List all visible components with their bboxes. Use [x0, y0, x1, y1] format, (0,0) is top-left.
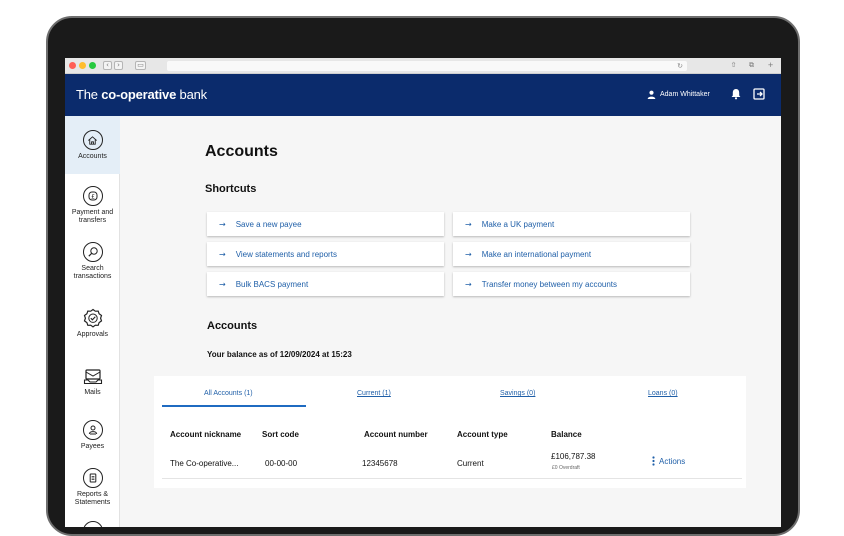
cell-overdraft: £0 Overdraft [552, 465, 580, 471]
mail-icon [83, 366, 103, 386]
maximize-dot[interactable] [89, 62, 96, 69]
person-icon [82, 420, 103, 440]
document-icon [82, 468, 103, 488]
sidebar-item-payees[interactable]: Payees [65, 420, 120, 451]
user-name: Adam Whittaker [660, 91, 710, 98]
col-account-nickname: Account nickname [170, 430, 242, 439]
reload-icon[interactable]: ↻ [677, 61, 683, 71]
sidebar-item-label: Search transactions [73, 265, 112, 280]
arrow-right-icon: → [465, 219, 472, 229]
cell-sort-code: 00-00-00 [265, 459, 298, 468]
shortcut-label: View statements and reports [235, 249, 337, 259]
shortcut-label: Make a UK payment [481, 219, 555, 229]
sidebar-item-mails[interactable]: Mails [65, 366, 120, 397]
app-header: The co-operative bank Adam Whittaker [65, 74, 781, 116]
new-tab-icon[interactable]: + [765, 61, 776, 70]
balance-timestamp: Your balance as of 12/09/2024 at 15:23 [207, 350, 352, 359]
shortcut-international-payment[interactable]: → Make an international payment [453, 242, 690, 266]
minimize-dot[interactable] [79, 62, 86, 69]
svg-text:£: £ [91, 194, 95, 201]
actions-label: Actions [659, 456, 686, 466]
cell-balance: £106,787.38 [551, 452, 596, 461]
shortcut-label: Bulk BACS payment [235, 279, 309, 289]
accounts-panel: All Accounts (1) Current (1) Savings (0)… [154, 376, 746, 488]
window-controls [69, 62, 96, 69]
sidebar: Accounts £ Payment and transfers Search … [65, 116, 120, 527]
sidebar-item-label: Accounts [78, 153, 107, 160]
sidebar-item-label: Payees [80, 443, 105, 450]
screen: ‹ › ▭ ↻ ⇧ ⧉ + The co-operative bank Adam… [65, 58, 781, 527]
shortcut-uk-payment[interactable]: → Make a UK payment [453, 212, 690, 236]
shortcut-label: Save a new payee [235, 219, 302, 229]
sidebar-item-label: Approvals [76, 331, 109, 338]
sidebar-item-label: Payment and transfers [71, 209, 114, 224]
page-title: Accounts [205, 143, 278, 160]
tab-loans[interactable]: Loans (0) [648, 390, 678, 397]
logout-icon[interactable] [752, 87, 766, 101]
sidebar-item-label: Reports & Statements [74, 491, 111, 506]
arrow-right-icon: → [465, 279, 472, 289]
address-bar[interactable]: ↻ [167, 61, 687, 71]
sidebar-item-search[interactable]: Search transactions [65, 242, 120, 281]
cell-nickname[interactable]: The Co-operative... [170, 459, 238, 468]
row-divider [162, 478, 742, 479]
user-menu[interactable]: Adam Whittaker [647, 90, 710, 99]
circle-icon [82, 521, 103, 527]
active-tab-indicator [162, 405, 306, 407]
shortcuts-heading: Shortcuts [205, 183, 257, 195]
cell-account-type: Current [457, 459, 484, 468]
share-icon[interactable]: ⇧ [728, 61, 739, 70]
sidebar-item-more[interactable] [65, 521, 120, 527]
sidebar-item-approvals[interactable]: Approvals [65, 308, 120, 339]
sidebar-item-reports[interactable]: Reports & Statements [65, 468, 120, 507]
shortcut-statements[interactable]: → View statements and reports [207, 242, 444, 266]
user-icon [647, 90, 656, 99]
arrow-right-icon: → [219, 279, 226, 289]
shortcut-bulk-bacs[interactable]: → Bulk BACS payment [207, 272, 444, 296]
tab-all-accounts[interactable]: All Accounts (1) [204, 390, 253, 397]
search-icon [82, 242, 103, 262]
sidebar-toggle-icon[interactable]: ▭ [135, 61, 146, 70]
arrow-right-icon: → [219, 219, 226, 229]
col-account-type: Account type [457, 430, 508, 439]
tab-current[interactable]: Current (1) [357, 390, 391, 397]
bell-icon[interactable] [729, 87, 743, 101]
home-icon [82, 130, 103, 150]
forward-icon[interactable]: › [114, 61, 123, 70]
sidebar-item-accounts[interactable]: Accounts [65, 116, 120, 174]
sidebar-item-label: Mails [84, 389, 101, 396]
kebab-icon [652, 456, 655, 466]
tab-savings[interactable]: Savings (0) [500, 390, 535, 397]
tabs-icon[interactable]: ⧉ [746, 61, 757, 70]
accounts-heading: Accounts [207, 320, 258, 332]
brand-suffix: bank [176, 87, 208, 102]
shortcut-transfer[interactable]: → Transfer money between my accounts [453, 272, 690, 296]
actions-menu[interactable]: Actions [652, 456, 685, 466]
sidebar-item-payments[interactable]: £ Payment and transfers [65, 186, 120, 225]
pound-coin-icon: £ [82, 186, 103, 206]
col-account-number: Account number [364, 430, 428, 439]
browser-toolbar: ‹ › ▭ ↻ ⇧ ⧉ + [65, 58, 781, 74]
cell-account-number: 12345678 [362, 459, 398, 468]
col-balance: Balance [551, 430, 582, 439]
close-dot[interactable] [69, 62, 76, 69]
col-sort-code: Sort code [262, 430, 299, 439]
shortcut-label: Transfer money between my accounts [481, 279, 618, 289]
brand-logo[interactable]: The co-operative bank [76, 87, 207, 102]
arrow-right-icon: → [465, 249, 472, 259]
check-badge-icon [83, 308, 103, 328]
arrow-right-icon: → [219, 249, 226, 259]
back-icon[interactable]: ‹ [103, 61, 112, 70]
brand-name: co-operative [101, 87, 177, 102]
shortcut-save-payee[interactable]: → Save a new payee [207, 212, 444, 236]
shortcut-label: Make an international payment [481, 249, 592, 259]
brand-prefix: The [76, 87, 102, 102]
